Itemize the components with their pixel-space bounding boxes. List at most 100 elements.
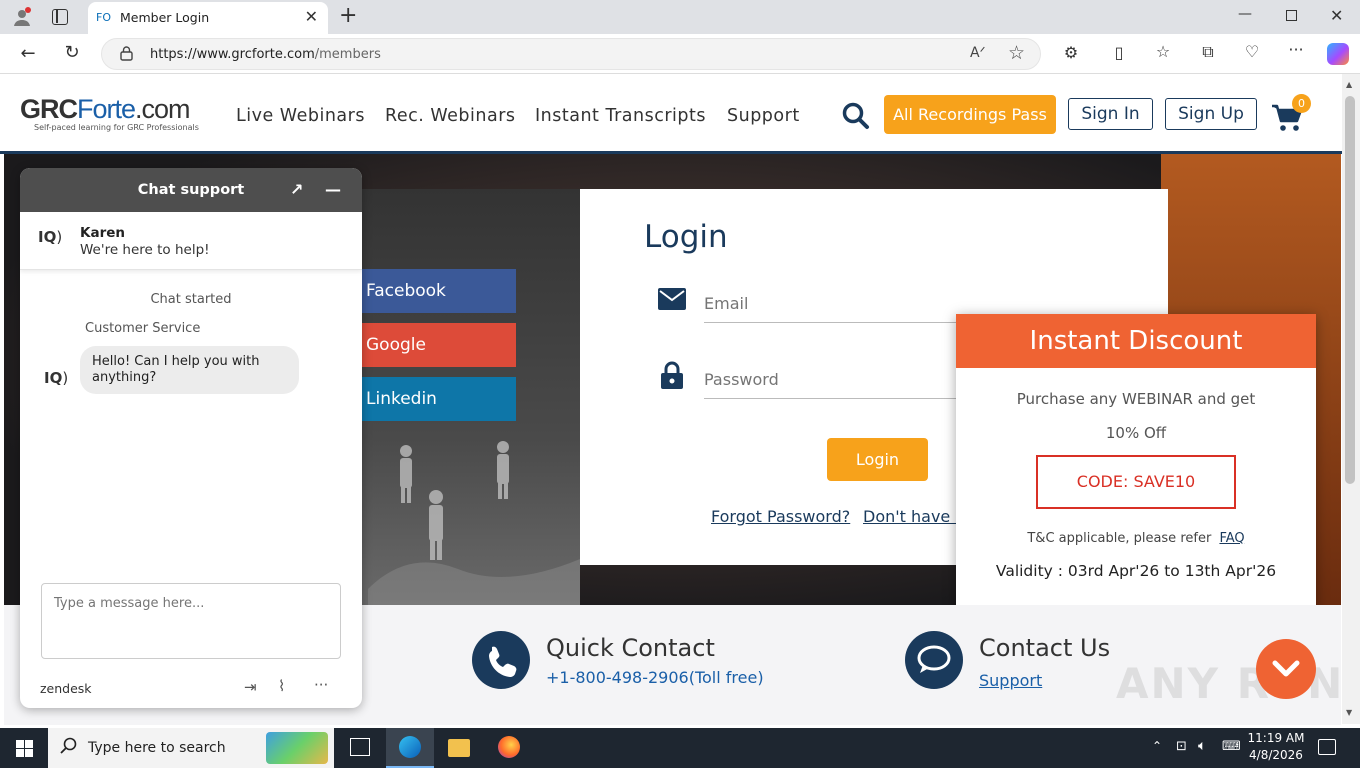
split-screen-icon[interactable]: ▯ bbox=[1107, 43, 1131, 62]
logo-grc: GRC bbox=[20, 94, 78, 124]
agent-bar: IQ) Karen We're here to help! bbox=[20, 212, 362, 270]
minimize-chat-icon[interactable]: — bbox=[325, 168, 341, 212]
search-highlight-icon bbox=[266, 732, 328, 764]
nav-instant-transcripts[interactable]: Instant Transcripts bbox=[535, 106, 706, 126]
message-sender: Customer Service bbox=[85, 321, 201, 336]
new-tab-icon[interactable]: + bbox=[339, 3, 357, 28]
site-favicon-icon: FO bbox=[96, 11, 111, 24]
address-toolbar: ← ↻ https://www.grcforte.com/members Aᐟ … bbox=[0, 34, 1360, 74]
tab-actions-icon[interactable] bbox=[52, 9, 68, 25]
email-icon bbox=[658, 288, 686, 314]
lock-icon bbox=[661, 361, 683, 393]
logo-com: .com bbox=[135, 94, 191, 124]
taskbar-search-box[interactable]: Type here to search bbox=[48, 728, 334, 768]
discount-terms: T&C applicable, please refer bbox=[1027, 531, 1212, 546]
nav-rec-webinars[interactable]: Rec. Webinars bbox=[385, 106, 516, 126]
register-link[interactable]: Don't have a bbox=[863, 507, 965, 526]
faq-link[interactable]: FAQ bbox=[1219, 531, 1244, 546]
discount-validity: Validity : 03rd Apr'26 to 13th Apr'26 bbox=[995, 562, 1277, 580]
favorite-star-icon[interactable]: ☆ bbox=[1008, 42, 1025, 64]
close-window-icon[interactable]: ✕ bbox=[1330, 6, 1343, 25]
scroll-down-arrow-icon[interactable]: ▼ bbox=[1346, 708, 1352, 717]
chat-started-label: Chat started bbox=[150, 292, 232, 307]
url-path: /members bbox=[314, 47, 381, 62]
copilot-icon[interactable] bbox=[1327, 43, 1349, 65]
linkedin-login-button[interactable]: Linkedin bbox=[358, 377, 516, 421]
tab-member-login[interactable]: FO Member Login ✕ bbox=[88, 2, 328, 34]
task-view-icon[interactable] bbox=[350, 738, 370, 756]
volume-icon[interactable]: 🔈︎ bbox=[1198, 738, 1206, 754]
contact-us-title: Contact Us bbox=[979, 634, 1111, 662]
windows-taskbar: Type here to search ⌃ ⊡ 🔈︎ ⌨ 11:19 AM 4/… bbox=[0, 728, 1360, 768]
agent-tagline: We're here to help! bbox=[80, 242, 210, 258]
sign-in-button[interactable]: Sign In bbox=[1068, 98, 1153, 130]
discount-title: Instant Discount bbox=[956, 314, 1316, 368]
read-aloud-icon[interactable]: Aᐟ bbox=[970, 45, 986, 61]
notification-icon[interactable] bbox=[1318, 739, 1336, 755]
cart-count-badge: 0 bbox=[1292, 94, 1311, 113]
page-scrollbar[interactable]: ▲ ▼ bbox=[1342, 74, 1360, 724]
login-submit-button[interactable]: Login bbox=[827, 438, 928, 481]
agent-name: Karen bbox=[80, 225, 125, 241]
site-info-icon[interactable] bbox=[120, 46, 133, 61]
sign-up-button[interactable]: Sign Up bbox=[1165, 98, 1257, 130]
browser-essentials-icon[interactable]: ♡ bbox=[1240, 42, 1264, 61]
back-icon[interactable]: ← bbox=[16, 43, 40, 64]
nav-live-webinars[interactable]: Live Webinars bbox=[236, 106, 365, 126]
windows-start-icon[interactable] bbox=[16, 740, 33, 761]
login-title: Login bbox=[644, 219, 728, 255]
browser-tab-bar: FO Member Login ✕ + — ✕ bbox=[0, 0, 1360, 34]
edge-taskbar-icon[interactable] bbox=[386, 728, 434, 768]
favorites-icon[interactable]: ☆ bbox=[1151, 42, 1175, 61]
network-icon[interactable]: ⊡ bbox=[1176, 739, 1187, 754]
firefox-icon[interactable] bbox=[498, 736, 520, 758]
more-menu-icon[interactable]: ··· bbox=[1284, 40, 1308, 59]
scroll-down-icon[interactable] bbox=[1256, 639, 1316, 699]
tab-title: Member Login bbox=[120, 10, 210, 25]
taskbar-time[interactable]: 11:19 AM bbox=[1246, 731, 1306, 745]
collections-icon[interactable]: ⧉ bbox=[1196, 42, 1220, 62]
url-field[interactable]: https://www.grcforte.com/members Aᐟ ☆ bbox=[101, 38, 1041, 70]
nav-support[interactable]: Support bbox=[727, 106, 800, 126]
scroll-up-icon[interactable]: ▲ bbox=[1346, 80, 1352, 89]
phone-number-link[interactable]: +1-800-498-2906(Toll free) bbox=[546, 668, 764, 687]
discount-code-box[interactable]: CODE: SAVE10 bbox=[1036, 455, 1236, 509]
chat-message-input[interactable] bbox=[41, 583, 341, 659]
forgot-password-link[interactable]: Forgot Password? bbox=[711, 507, 850, 526]
discount-line2: 10% Off bbox=[1105, 424, 1167, 442]
taskbar-search-icon bbox=[60, 737, 78, 759]
people-silhouettes-icon bbox=[368, 441, 580, 609]
sender-avatar-icon: IQ) bbox=[44, 369, 69, 387]
transcript-icon[interactable]: ⇥ bbox=[244, 678, 257, 696]
scroll-thumb[interactable] bbox=[1345, 96, 1355, 484]
refresh-icon[interactable]: ↻ bbox=[60, 42, 84, 63]
instant-discount-popup: Instant Discount Purchase any WEBINAR an… bbox=[956, 314, 1316, 613]
input-method-icon[interactable]: ⌨ bbox=[1222, 739, 1241, 754]
close-tab-icon[interactable]: ✕ bbox=[305, 7, 318, 26]
facebook-login-button[interactable]: Facebook bbox=[358, 269, 516, 313]
restore-icon[interactable] bbox=[1286, 10, 1297, 21]
url-host: https://www.grcforte.com bbox=[150, 47, 315, 62]
minimize-icon[interactable]: — bbox=[1238, 6, 1252, 22]
taskbar-date[interactable]: 4/8/2026 bbox=[1246, 748, 1306, 762]
chat-bubble-icon bbox=[905, 631, 963, 689]
chat-options-icon[interactable]: ··· bbox=[314, 676, 328, 694]
discount-line1: Purchase any WEBINAR and get bbox=[1016, 390, 1256, 408]
chat-header-title: Chat support bbox=[137, 182, 245, 198]
google-login-button[interactable]: Google bbox=[358, 323, 516, 367]
search-icon[interactable] bbox=[842, 102, 870, 134]
extensions-icon[interactable]: ⚙ bbox=[1059, 43, 1083, 62]
site-header: GRCForte.com Self-paced learning for GRC… bbox=[0, 74, 1342, 154]
profile-avatar-icon[interactable] bbox=[12, 7, 32, 27]
popout-icon[interactable]: ↗ bbox=[290, 168, 303, 212]
support-link[interactable]: Support bbox=[979, 671, 1042, 690]
all-recordings-pass-button[interactable]: All Recordings Pass bbox=[884, 95, 1056, 134]
taskbar-search-placeholder: Type here to search bbox=[88, 740, 226, 756]
tray-chevron-icon[interactable]: ⌃ bbox=[1152, 739, 1162, 753]
chat-widget: Chat support ↗ — IQ) Karen We're here to… bbox=[20, 168, 362, 708]
agent-avatar-icon: IQ) bbox=[38, 228, 63, 246]
zendesk-brand[interactable]: zendesk bbox=[40, 681, 92, 696]
attachment-icon[interactable]: ⌇ bbox=[278, 677, 285, 695]
grcforte-logo[interactable]: GRCForte.com Self-paced learning for GRC… bbox=[20, 94, 199, 132]
file-explorer-icon[interactable] bbox=[448, 739, 470, 757]
